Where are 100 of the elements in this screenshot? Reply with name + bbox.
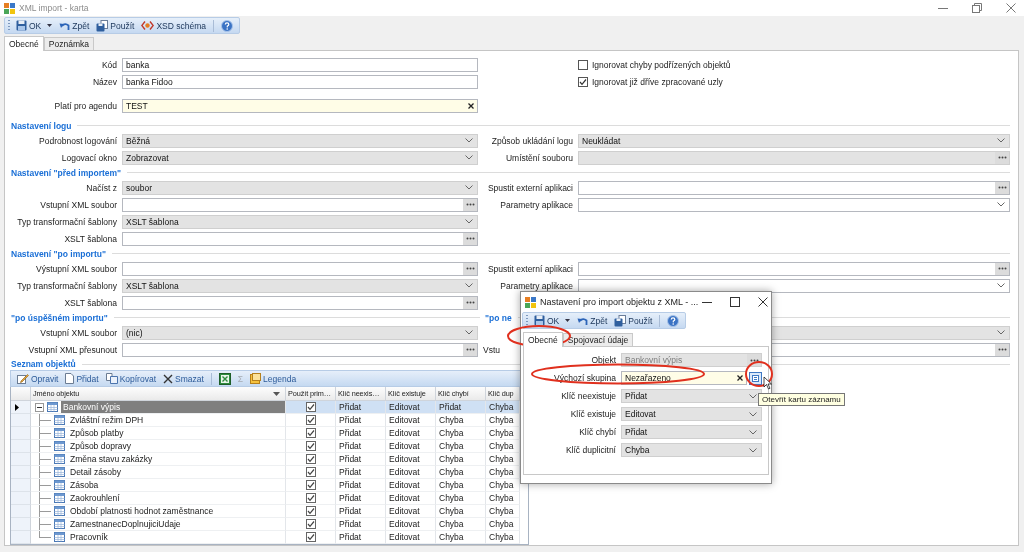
- chevron-down-icon: [749, 429, 757, 435]
- browse-button[interactable]: [463, 232, 477, 245]
- toolbar-button[interactable]: Smazat: [160, 371, 207, 386]
- checkbox[interactable]: [305, 480, 316, 490]
- browse-button[interactable]: [995, 343, 1009, 356]
- table-cell: Editovat: [386, 453, 436, 466]
- help-button[interactable]: [218, 18, 236, 33]
- browse-button[interactable]: [463, 198, 477, 211]
- tree-line: [39, 518, 51, 530]
- dropdown-field[interactable]: Přidat: [621, 389, 762, 403]
- file-field[interactable]: [578, 180, 1010, 195]
- dropdown-field[interactable]: Zobrazovat: [122, 150, 478, 165]
- table-cell: Přidat: [336, 531, 386, 544]
- toolbar-button[interactable]: Zpět: [574, 313, 611, 328]
- toolbar-button[interactable]: Kopírovat: [102, 371, 159, 386]
- table-cell: Editovat: [386, 518, 436, 531]
- dropdown-field[interactable]: Přidat: [621, 425, 762, 439]
- browse-button[interactable]: [463, 262, 477, 275]
- file-field[interactable]: [122, 197, 478, 212]
- file-field[interactable]: [122, 342, 478, 357]
- checkbox[interactable]: [305, 493, 316, 503]
- file-field[interactable]: [122, 231, 478, 246]
- field-label: Spustit externí aplikaci: [486, 182, 573, 193]
- dropdown-field[interactable]: (nic): [122, 325, 478, 340]
- field-label: Platí pro agendu: [53, 100, 117, 111]
- tab[interactable]: Poznámka: [43, 37, 94, 50]
- checkbox[interactable]: [305, 506, 316, 516]
- tab[interactable]: Obecné: [523, 332, 563, 347]
- browse-button[interactable]: [995, 262, 1009, 275]
- browse-button[interactable]: [463, 343, 477, 356]
- object-name: Zásoba: [69, 480, 100, 490]
- checkbox[interactable]: [305, 454, 316, 464]
- row-header[interactable]: [11, 401, 31, 414]
- file-field[interactable]: [122, 261, 478, 276]
- toolbar-button[interactable]: OK: [13, 18, 56, 33]
- toolbar-button[interactable]: Použít: [93, 18, 138, 33]
- tab[interactable]: Spojovací údaje: [562, 333, 634, 346]
- combo-field[interactable]: [578, 197, 1010, 212]
- toolbar-button[interactable]: Přidat: [62, 371, 102, 386]
- dropdown-field[interactable]: soubor: [122, 180, 478, 195]
- checkbox[interactable]: [578, 76, 588, 87]
- file-field[interactable]: [122, 295, 478, 310]
- tree-line: [39, 427, 51, 439]
- dropdown-field[interactable]: XSLT šablona: [122, 278, 478, 293]
- field-label: Typ transformační šablony: [16, 216, 117, 227]
- text-field[interactable]: banka Fidoo: [122, 74, 478, 89]
- restore-icon[interactable]: [972, 3, 982, 13]
- dropdown-field[interactable]: Chyba: [621, 443, 762, 457]
- lookup-field[interactable]: TEST: [122, 98, 478, 113]
- open-card-button[interactable]: [749, 371, 762, 385]
- table-icon: [54, 415, 65, 425]
- checkbox[interactable]: [305, 402, 316, 412]
- tab[interactable]: Obecné: [4, 36, 44, 51]
- combo-field[interactable]: [578, 278, 1010, 293]
- checkbox[interactable]: [305, 532, 316, 542]
- file-field[interactable]: [578, 150, 1010, 165]
- window-title: XML import - karta: [19, 3, 90, 13]
- section-title: Nastavení logu: [11, 120, 72, 131]
- toolbar-button[interactable]: XSD schéma: [138, 18, 209, 33]
- tree-line: [39, 479, 51, 491]
- object-name: Zvláštní režim DPH: [69, 415, 145, 425]
- checkbox[interactable]: [578, 59, 588, 70]
- caret-icon[interactable]: [47, 24, 53, 27]
- table-cell: Chyba: [436, 518, 486, 531]
- checkbox[interactable]: [305, 428, 316, 438]
- field-label: Vstu: [483, 344, 501, 355]
- toolbar-button[interactable]: Opravit: [14, 371, 62, 386]
- field-label: Umístění souboru: [504, 152, 573, 163]
- browse-button[interactable]: [995, 151, 1009, 164]
- ellipsis-icon: [465, 301, 475, 304]
- chevron-down-icon: [749, 411, 757, 417]
- collapse-icon[interactable]: [35, 402, 44, 412]
- dropdown-field[interactable]: Neukládat: [578, 133, 1010, 148]
- card-icon: [752, 374, 759, 382]
- ellipsis-icon: [465, 267, 475, 270]
- tree-line: [39, 440, 51, 452]
- close-icon[interactable]: [758, 297, 769, 307]
- dropdown-field[interactable]: Editovat: [621, 407, 762, 421]
- checkbox[interactable]: [305, 467, 316, 477]
- table-icon: [54, 441, 65, 451]
- checkbox[interactable]: [305, 519, 316, 529]
- browse-button[interactable]: [995, 181, 1009, 194]
- toolbar-button[interactable]: OK: [531, 313, 574, 328]
- dropdown-field[interactable]: Běžná: [122, 133, 478, 148]
- toolbar-button[interactable]: Použít: [611, 313, 656, 328]
- checkbox[interactable]: [305, 415, 316, 425]
- text-field[interactable]: banka: [122, 57, 478, 72]
- browse-button[interactable]: [463, 296, 477, 309]
- toolbar-button[interactable]: Zpět: [56, 18, 93, 33]
- file-field[interactable]: [578, 261, 1010, 276]
- tree-line: [39, 453, 51, 465]
- table-icon: [54, 480, 65, 490]
- checkbox[interactable]: [305, 441, 316, 451]
- maximize-icon[interactable]: [730, 297, 741, 307]
- toolbar-button[interactable]: Legenda: [247, 371, 300, 386]
- dropdown-field[interactable]: XSLT šablona: [122, 214, 478, 229]
- table-cell: Přidat: [336, 492, 386, 505]
- chevron-down-icon: [465, 138, 473, 143]
- section-title: Nastavení "po importu": [11, 248, 106, 259]
- sort-arrow-icon[interactable]: [273, 391, 280, 396]
